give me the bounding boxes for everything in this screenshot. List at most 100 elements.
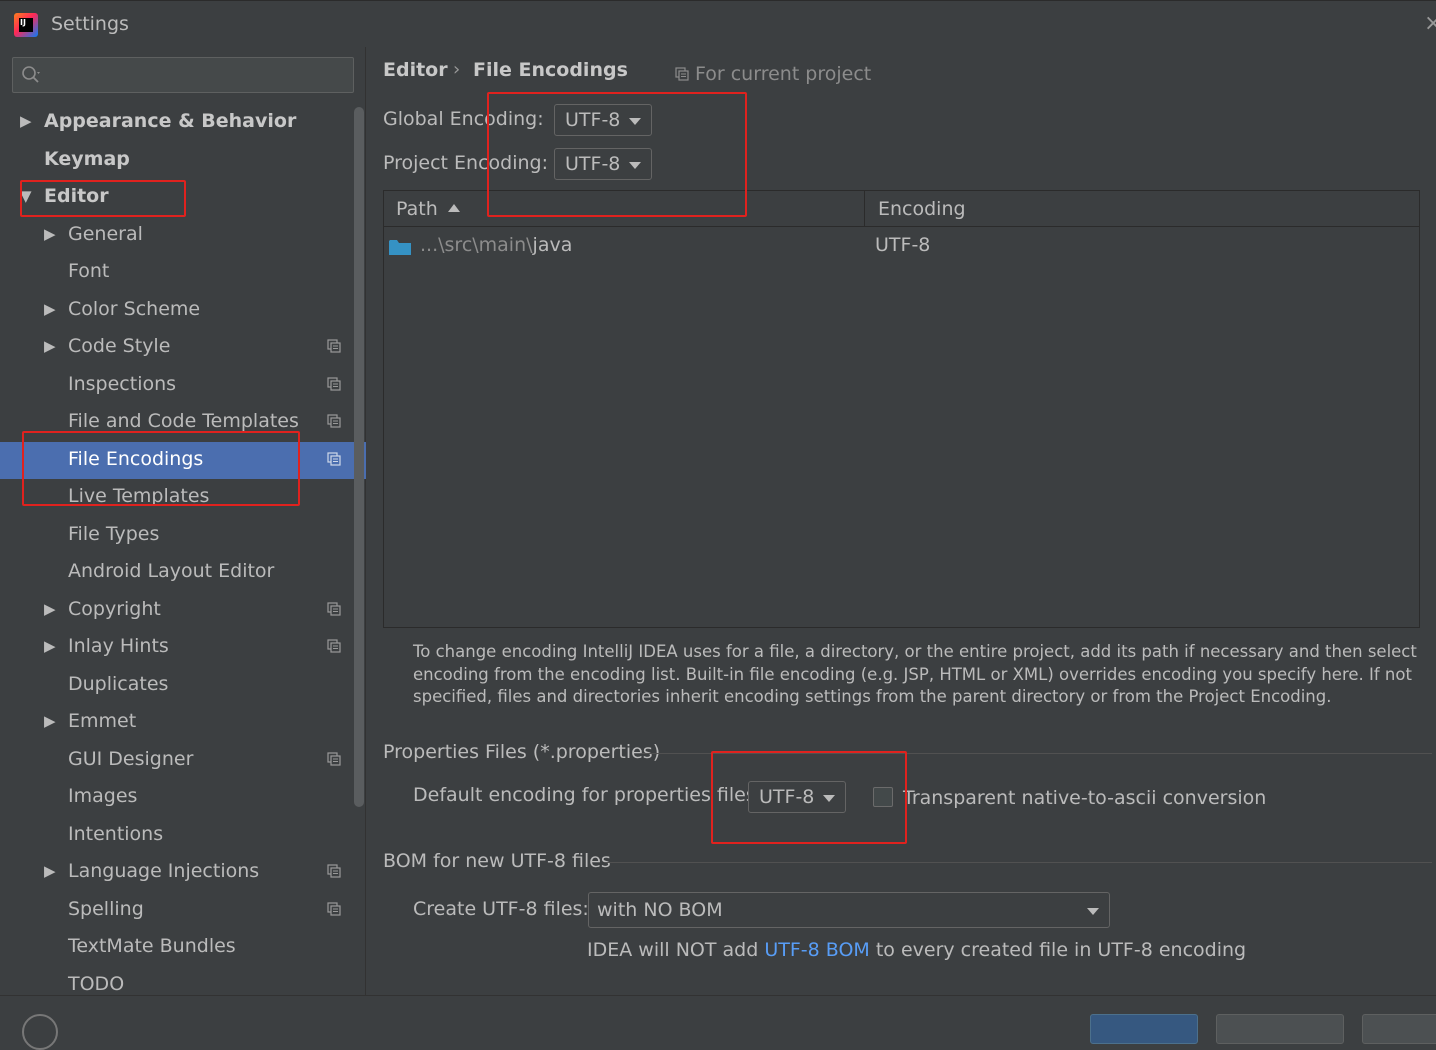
sidebar-item-label: File Types [68,523,160,545]
sidebar-item-label: Code Style [68,335,171,357]
annotation-box-properties [711,751,907,844]
window-title: Settings [51,13,129,35]
section-divider [605,862,1432,863]
sidebar-item-keymap[interactable]: Keymap [0,142,366,179]
title-bar: IJ Settings × [0,0,1436,47]
properties-section-title: Properties Files (*.properties) [383,741,661,763]
expand-arrow-icon[interactable]: ▶ [44,862,56,880]
sidebar-item-label: Inlay Hints [68,635,169,657]
search-input[interactable] [12,57,354,93]
close-icon[interactable]: × [1424,11,1436,36]
dialog-button-bar [0,995,1436,1050]
sidebar-item-label: GUI Designer [68,748,194,770]
sidebar-item-emmet[interactable]: ▶ Emmet [0,704,366,741]
expand-arrow-icon[interactable]: ▶ [44,712,56,730]
project-scope-icon [327,339,341,353]
sidebar-item-images[interactable]: Images [0,779,366,816]
chevron-down-icon [1087,908,1099,915]
sidebar-item-label: Copyright [68,598,161,620]
sidebar-item-label: Android Layout Editor [68,560,275,582]
project-scope-icon [327,414,341,428]
sidebar-item-textmate-bundles[interactable]: TextMate Bundles [0,929,366,966]
bom-section-title: BOM for new UTF-8 files [383,850,611,872]
encoding-cell[interactable]: UTF-8 [875,234,930,256]
annotation-box-file-encodings [22,431,300,506]
folder-icon [389,240,411,255]
sidebar-item-label: TextMate Bundles [68,935,236,957]
utf8-bom-link[interactable]: UTF-8 BOM [764,939,869,961]
sidebar-item-gui-designer[interactable]: GUI Designer [0,742,366,779]
project-scope-icon [327,452,341,466]
column-header-path[interactable]: Path [396,198,438,220]
expand-arrow-icon[interactable]: ▶ [20,112,32,130]
sidebar-item-label: Appearance & Behavior [44,110,297,132]
bom-note-text-end: to every created file in UTF-8 encoding [869,939,1247,961]
project-scope-icon [327,902,341,916]
page-title: File Encodings [473,59,628,81]
sidebar-item-file-types[interactable]: File Types [0,517,366,554]
sidebar-item-label: Images [68,785,138,807]
path-name: java [532,234,573,256]
properties-default-label: Default encoding for properties files: [413,784,763,806]
sidebar-item-label: Spelling [68,898,144,920]
app-logo-icon: IJ [14,13,38,37]
sidebar-item-label: Color Scheme [68,298,201,320]
help-text: To change encoding IntelliJ IDEA uses fo… [413,642,1417,706]
sidebar-item-label: Inspections [68,373,177,395]
bom-select[interactable]: with NO BOM [588,892,1110,928]
bom-note-text: IDEA will NOT add [587,939,765,961]
sidebar-item-appearance-behavior[interactable]: ▶ Appearance & Behavior [0,104,366,141]
sidebar-item-label: Intentions [68,823,164,845]
sidebar-item-general[interactable]: ▶ General [0,217,366,254]
sidebar-item-language-injections[interactable]: ▶ Language Injections [0,854,366,891]
sidebar-item-font[interactable]: Font [0,254,366,291]
sidebar-item-copyright[interactable]: ▶ Copyright [0,592,366,629]
search-icon[interactable] [21,65,41,85]
project-scope-icon [327,602,341,616]
table-row[interactable]: ...\src\main\java UTF-8 [384,228,1419,264]
help-icon[interactable] [22,1014,58,1050]
native-ascii-label[interactable]: Transparent native-to-ascii conversion [903,787,1266,809]
create-utf8-label: Create UTF-8 files: [413,898,589,920]
sidebar-item-label: Emmet [68,710,137,732]
path-encoding-table: Path Encoding ...\src\main\java UTF-8 [383,190,1420,628]
sidebar-item-inlay-hints[interactable]: ▶ Inlay Hints [0,629,366,666]
sort-ascending-icon [448,204,460,212]
sidebar-item-label: Duplicates [68,673,169,695]
project-scope-icon [675,67,689,81]
sidebar-item-label: File and Code Templates [68,410,299,432]
path-cell: ...\src\main\java [420,234,572,256]
expand-arrow-icon[interactable]: ▶ [44,337,56,355]
column-header-encoding[interactable]: Encoding [878,198,966,220]
expand-arrow-icon[interactable]: ▶ [44,225,56,243]
project-scope-icon [327,864,341,878]
expand-arrow-icon[interactable]: ▶ [44,300,56,318]
project-scope-icon [327,377,341,391]
expand-arrow-icon[interactable]: ▶ [44,637,56,655]
sidebar-item-inspections[interactable]: Inspections [0,367,366,404]
sidebar-item-label: Keymap [44,148,130,170]
sidebar-item-spelling[interactable]: Spelling [0,892,366,929]
sidebar-item-label: Language Injections [68,860,260,882]
bom-note: IDEA will NOT add UTF-8 BOM to every cre… [587,939,1246,961]
sidebar-item-android-layout-editor[interactable]: Android Layout Editor [0,554,366,591]
scope-label: For current project [695,63,872,85]
sidebar-item-intentions[interactable]: Intentions [0,817,366,854]
project-scope-icon [327,752,341,766]
sidebar-item-color-scheme[interactable]: ▶ Color Scheme [0,292,366,329]
annotation-box-editor [20,180,186,217]
sidebar-item-code-style[interactable]: ▶ Code Style [0,329,366,366]
sidebar-item-label: General [68,223,143,245]
sidebar-item-label: TODO [68,973,125,995]
annotation-box-encodings [487,92,747,217]
sidebar-item-label: Font [68,260,110,282]
project-scope-icon [327,639,341,653]
bom-select-value: with NO BOM [597,899,723,921]
path-prefix: ...\src\main\ [420,234,533,256]
breadcrumb-separator: › [453,59,461,80]
breadcrumb-parent[interactable]: Editor [383,59,448,81]
column-divider[interactable] [864,191,865,227]
sidebar-scrollbar[interactable] [354,107,364,807]
expand-arrow-icon[interactable]: ▶ [44,600,56,618]
sidebar-item-duplicates[interactable]: Duplicates [0,667,366,704]
